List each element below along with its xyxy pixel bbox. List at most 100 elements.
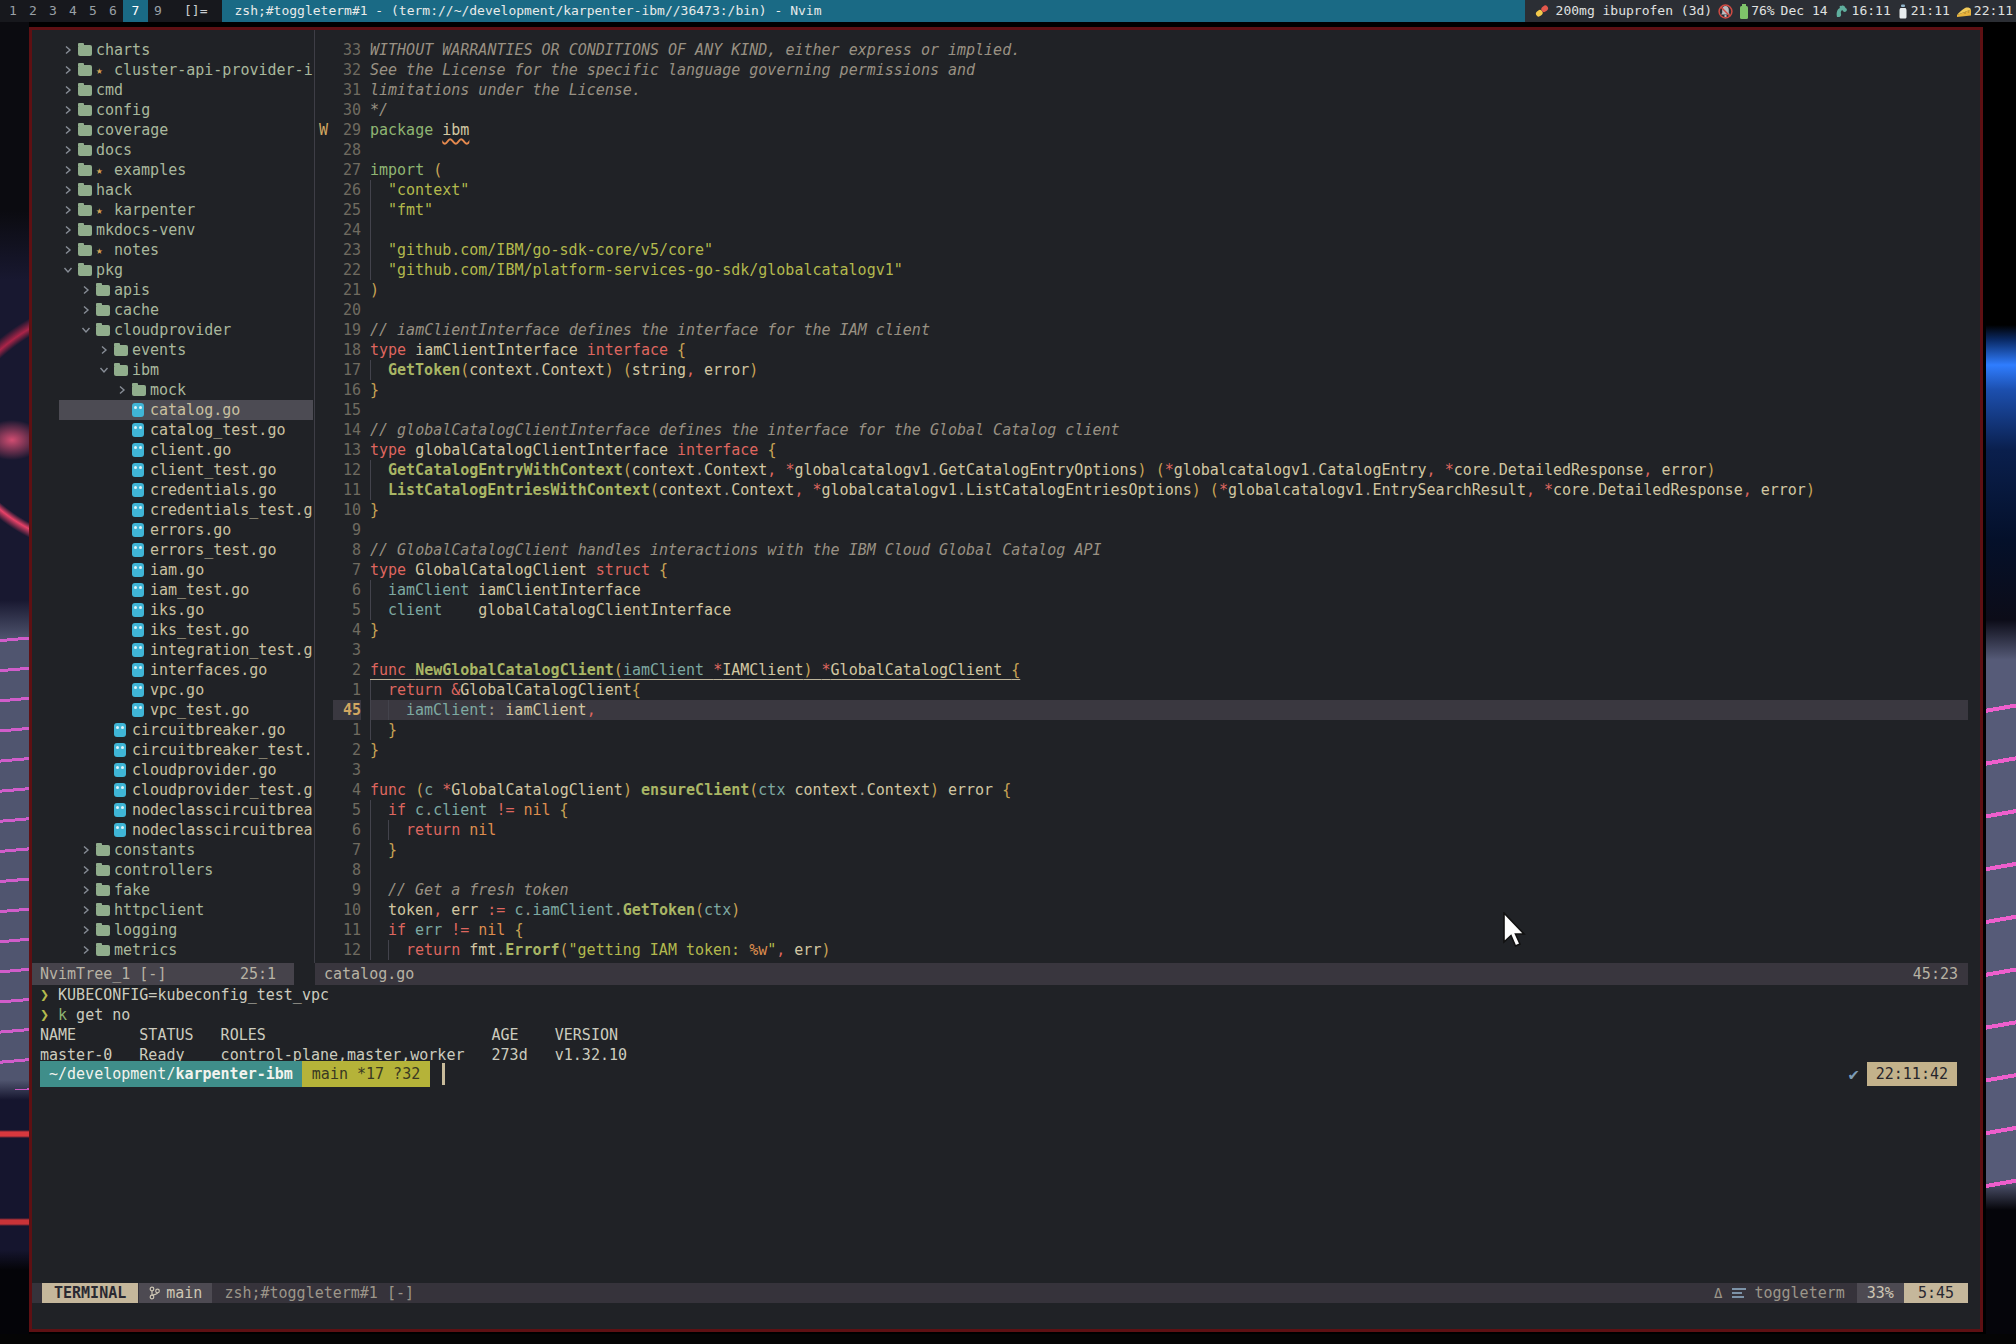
- code-line[interactable]: 8// GlobalCatalogClient handles interact…: [318, 540, 1968, 560]
- workspace-3[interactable]: 3: [43, 0, 63, 22]
- tree-item-apis[interactable]: apis: [32, 280, 313, 300]
- tree-item-credentials-test-g[interactable]: credentials_test.g: [32, 500, 313, 520]
- tree-expander[interactable]: [99, 365, 114, 375]
- tree-item-vpc-test-go[interactable]: vpc_test.go: [32, 700, 313, 720]
- tree-expander[interactable]: [81, 905, 96, 915]
- code-line[interactable]: 22"github.com/IBM/platform-services-go-s…: [318, 260, 1968, 280]
- tree-item-docs[interactable]: docs: [32, 140, 313, 160]
- terminal-output[interactable]: ❯ KUBECONFIG=kubeconfig_test_vpc❯ k get …: [40, 985, 627, 1065]
- code-line[interactable]: 7type GlobalCatalogClient struct {: [318, 560, 1968, 580]
- code-line[interactable]: 26"context": [318, 180, 1968, 200]
- code-editor[interactable]: 33WITHOUT WARRANTIES OR CONDITIONS OF AN…: [318, 40, 1968, 960]
- tree-expander[interactable]: [81, 285, 96, 295]
- workspace-5[interactable]: 5: [83, 0, 103, 22]
- tree-item-notes[interactable]: ★notes: [32, 240, 313, 260]
- code-line[interactable]: 25"fmt": [318, 200, 1968, 220]
- tree-expander[interactable]: [81, 325, 96, 335]
- code-line[interactable]: 11ListCatalogEntriesWithContext(context.…: [318, 480, 1968, 500]
- tree-item-errors-go[interactable]: errors.go: [32, 520, 313, 540]
- tree-item-iam-test-go[interactable]: iam_test.go: [32, 580, 313, 600]
- tree-item-iam-go[interactable]: iam.go: [32, 560, 313, 580]
- tree-item-circuitbreaker-test-[interactable]: circuitbreaker_test.: [32, 740, 313, 760]
- tree-item-mock[interactable]: mock: [32, 380, 313, 400]
- code-line[interactable]: 3: [318, 760, 1968, 780]
- tree-item-constants[interactable]: constants: [32, 840, 313, 860]
- tree-item-events[interactable]: events: [32, 340, 313, 360]
- tree-item-ibm[interactable]: ibm: [32, 360, 313, 380]
- tree-item-nodeclasscircuitbrea[interactable]: nodeclasscircuitbrea: [32, 820, 313, 840]
- tree-item-credentials-go[interactable]: credentials.go: [32, 480, 313, 500]
- tree-expander[interactable]: [81, 925, 96, 935]
- workspace-2[interactable]: 2: [23, 0, 43, 22]
- tree-expander[interactable]: [81, 885, 96, 895]
- code-line[interactable]: 1return &GlobalCatalogClient{: [318, 680, 1968, 700]
- code-line[interactable]: 27import (: [318, 160, 1968, 180]
- tree-item-cloudprovider[interactable]: cloudprovider: [32, 320, 313, 340]
- code-line[interactable]: 15: [318, 400, 1968, 420]
- code-line[interactable]: 19// iamClientInterface defines the inte…: [318, 320, 1968, 340]
- tree-item-cloudprovider-go[interactable]: cloudprovider.go: [32, 760, 313, 780]
- workspace-7[interactable]: 7: [123, 0, 148, 22]
- code-line[interactable]: 10token, err := c.iamClient.GetToken(ctx…: [318, 900, 1968, 920]
- code-line[interactable]: W29package ibm: [318, 120, 1968, 140]
- tree-expander[interactable]: [63, 205, 78, 215]
- workspace-1[interactable]: 1: [3, 0, 23, 22]
- code-line[interactable]: 4func (c *GlobalCatalogClient) ensureCli…: [318, 780, 1968, 800]
- tree-item-config[interactable]: config: [32, 100, 313, 120]
- tree-item-circuitbreaker-go[interactable]: circuitbreaker.go: [32, 720, 313, 740]
- tree-item-client-test-go[interactable]: client_test.go: [32, 460, 313, 480]
- tree-item-cmd[interactable]: cmd: [32, 80, 313, 100]
- tree-item-cloudprovider-test-g[interactable]: cloudprovider_test.g: [32, 780, 313, 800]
- tree-item-examples[interactable]: ★examples: [32, 160, 313, 180]
- tree-expander[interactable]: [63, 265, 78, 275]
- tree-item-fake[interactable]: fake: [32, 880, 313, 900]
- tree-expander[interactable]: [81, 845, 96, 855]
- code-line[interactable]: 8: [318, 860, 1968, 880]
- tree-expander[interactable]: [81, 945, 96, 955]
- tree-expander[interactable]: [63, 165, 78, 175]
- tree-expander[interactable]: [81, 865, 96, 875]
- tree-expander[interactable]: [63, 85, 78, 95]
- workspace-6[interactable]: 6: [103, 0, 123, 22]
- tree-item-karpenter[interactable]: ★karpenter: [32, 200, 313, 220]
- code-line[interactable]: 7}: [318, 840, 1968, 860]
- tree-item-errors-test-go[interactable]: errors_test.go: [32, 540, 313, 560]
- code-line[interactable]: 5if c.client != nil {: [318, 800, 1968, 820]
- code-line[interactable]: 20: [318, 300, 1968, 320]
- workspace-9[interactable]: 9: [148, 0, 168, 22]
- code-line[interactable]: 4}: [318, 620, 1968, 640]
- code-line[interactable]: 2}: [318, 740, 1968, 760]
- code-line[interactable]: 28: [318, 140, 1968, 160]
- tree-item-client-go[interactable]: client.go: [32, 440, 313, 460]
- tree-expander[interactable]: [63, 185, 78, 195]
- code-line[interactable]: 9: [318, 520, 1968, 540]
- tree-item-catalog-go[interactable]: catalog.go: [32, 400, 313, 420]
- code-line[interactable]: 9// Get a fresh token: [318, 880, 1968, 900]
- code-line[interactable]: 16}: [318, 380, 1968, 400]
- tree-item-httpclient[interactable]: httpclient: [32, 900, 313, 920]
- tree-expander[interactable]: [63, 145, 78, 155]
- tree-item-cluster-api-provider-i[interactable]: ★cluster-api-provider-i: [32, 60, 313, 80]
- code-line[interactable]: 18type iamClientInterface interface {: [318, 340, 1968, 360]
- tree-expander[interactable]: [63, 245, 78, 255]
- code-line[interactable]: 2func NewGlobalCatalogClient(iamClient *…: [318, 660, 1968, 680]
- tree-item-mkdocs-venv[interactable]: mkdocs-venv: [32, 220, 313, 240]
- code-line[interactable]: 6return nil: [318, 820, 1968, 840]
- code-line[interactable]: 3: [318, 640, 1968, 660]
- tree-expander[interactable]: [63, 45, 78, 55]
- tree-expander[interactable]: [99, 345, 114, 355]
- tree-expander[interactable]: [81, 305, 96, 315]
- tree-expander[interactable]: [63, 225, 78, 235]
- code-line[interactable]: 12GetCatalogEntryWithContext(context.Con…: [318, 460, 1968, 480]
- code-line[interactable]: 21): [318, 280, 1968, 300]
- tree-item-iks-test-go[interactable]: iks_test.go: [32, 620, 313, 640]
- tree-item-nodeclasscircuitbrea[interactable]: nodeclasscircuitbrea: [32, 800, 313, 820]
- tree-item-pkg[interactable]: pkg: [32, 260, 313, 280]
- tree-item-vpc-go[interactable]: vpc.go: [32, 680, 313, 700]
- tree-expander[interactable]: [117, 385, 132, 395]
- code-line[interactable]: 5client globalCatalogClientInterface: [318, 600, 1968, 620]
- code-line[interactable]: 17GetToken(context.Context) (string, err…: [318, 360, 1968, 380]
- tree-item-catalog-test-go[interactable]: catalog_test.go: [32, 420, 313, 440]
- tree-item-hack[interactable]: hack: [32, 180, 313, 200]
- tree-item-controllers[interactable]: controllers: [32, 860, 313, 880]
